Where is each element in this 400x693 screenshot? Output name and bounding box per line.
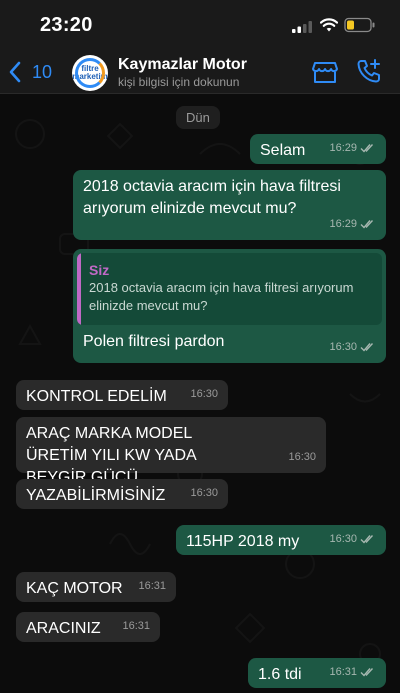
message-time: 16:31 bbox=[122, 620, 150, 632]
message-time: 16:31 bbox=[138, 580, 166, 592]
message-bubble-out[interactable]: 2018 octavia aracım için hava filtresi a… bbox=[73, 170, 386, 240]
avatar[interactable]: filtre marketim bbox=[72, 55, 108, 91]
message-bubble-out[interactable]: Selam 16:29 bbox=[250, 134, 386, 164]
read-ticks-icon bbox=[360, 668, 374, 677]
chevron-left-icon bbox=[9, 61, 21, 83]
read-ticks-icon bbox=[360, 343, 374, 352]
contact-name[interactable]: Kaymazlar Motor bbox=[118, 56, 247, 74]
message-text: Polen filtresi pardon bbox=[83, 333, 225, 350]
quoted-message[interactable]: Siz 2018 octavia aracım için hava filtre… bbox=[77, 253, 382, 325]
quoted-sender: Siz bbox=[89, 262, 110, 278]
wifi-icon bbox=[320, 18, 338, 32]
clock: 23:20 bbox=[40, 14, 93, 36]
message-time: 16:31 bbox=[329, 666, 357, 678]
message-text: KONTROL EDELİM bbox=[26, 388, 167, 405]
message-time: 16:30 bbox=[329, 533, 357, 545]
message-time: 16:29 bbox=[329, 142, 357, 154]
read-ticks-icon bbox=[360, 220, 374, 229]
back-button[interactable]: 10 bbox=[8, 58, 52, 86]
message-bubble-in[interactable]: ARAÇ MARKA MODEL ÜRETİM YILI KW YADA BEY… bbox=[16, 417, 326, 486]
add-call-icon[interactable] bbox=[356, 58, 382, 84]
battery-icon bbox=[344, 17, 375, 33]
unread-count: 10 bbox=[32, 61, 53, 82]
message-bubble-in[interactable]: ARACINIZ 16:31 bbox=[16, 612, 160, 642]
message-bubble-out[interactable]: 1.6 tdi 16:31 bbox=[248, 658, 386, 688]
message-time: 16:30 bbox=[190, 388, 218, 400]
storefront-icon[interactable] bbox=[312, 60, 338, 84]
message-time: 16:29 bbox=[329, 218, 357, 230]
contact-info-hint[interactable]: kişi bilgisi için dokunun bbox=[118, 75, 239, 89]
read-ticks-icon bbox=[360, 535, 374, 544]
read-ticks-icon bbox=[360, 144, 374, 153]
chat-area[interactable]: Dün Selam 16:29 2018 octavia aracım için… bbox=[0, 94, 400, 693]
message-bubble-in[interactable]: KONTROL EDELİM 16:30 bbox=[16, 380, 228, 410]
cellular-signal-icon bbox=[292, 21, 312, 33]
message-time: 16:30 bbox=[288, 451, 316, 463]
chat-header: 10 filtre marketim Kaymazlar Motor kişi … bbox=[0, 50, 400, 94]
message-time: 16:30 bbox=[190, 487, 218, 499]
message-bubble-out[interactable]: 115HP 2018 my 16:30 bbox=[176, 525, 386, 555]
quoted-text: 2018 octavia aracım için hava filtresi a… bbox=[89, 280, 354, 313]
message-bubble-in[interactable]: YAZABİLİRMİSİNİZ 16:30 bbox=[16, 479, 228, 509]
status-bar: 23:20 bbox=[0, 0, 400, 50]
message-bubble-in[interactable]: KAÇ MOTOR 16:31 bbox=[16, 572, 176, 602]
date-separator: Dün bbox=[176, 106, 220, 129]
message-time: 16:30 bbox=[329, 341, 357, 353]
message-bubble-out-reply[interactable]: Siz 2018 octavia aracım için hava filtre… bbox=[73, 249, 386, 363]
message-text: YAZABİLİRMİSİNİZ bbox=[26, 487, 166, 504]
